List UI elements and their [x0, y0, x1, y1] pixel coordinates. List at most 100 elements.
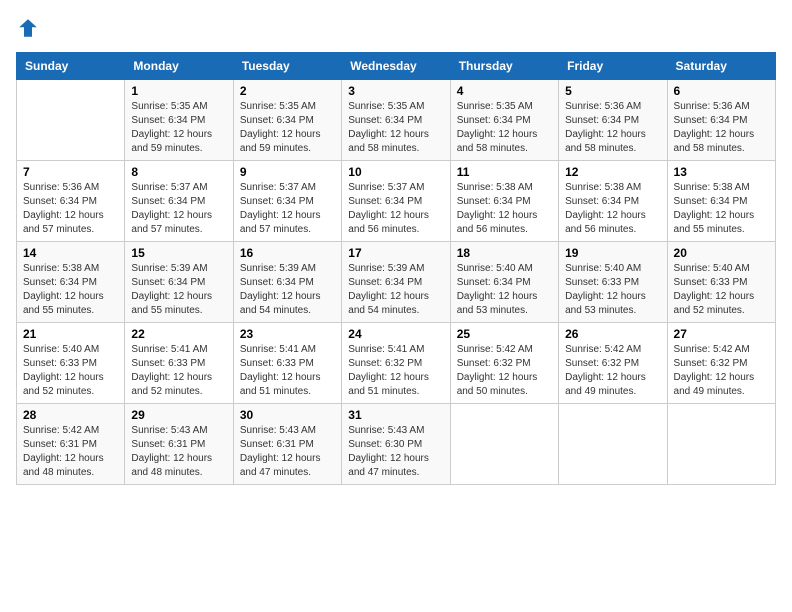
- calendar-cell: 21Sunrise: 5:40 AM Sunset: 6:33 PM Dayli…: [17, 323, 125, 404]
- calendar-week-row: 1 Sunrise: 5:35 AM Sunset: 6:34 PM Daylig…: [17, 80, 776, 161]
- day-info: Sunrise: 5:38 AM Sunset: 6:34 PM Dayligh…: [565, 181, 660, 237]
- column-header-saturday: Saturday: [667, 53, 775, 80]
- day-info: Sunrise: 5:35 AM Sunset: 6:34 PM Dayligh…: [457, 100, 552, 156]
- day-number: 8: [131, 165, 226, 179]
- calendar-cell: 17Sunrise: 5:39 AM Sunset: 6:34 PM Dayli…: [342, 242, 450, 323]
- calendar-cell: 8 Sunrise: 5:37 AM Sunset: 6:34 PM Daylig…: [125, 161, 233, 242]
- calendar-cell: 31 Sunrise: 5:43 AM Sunset: 6:30 PM Dayli…: [342, 404, 450, 485]
- day-number: 5: [565, 84, 660, 98]
- column-header-friday: Friday: [559, 53, 667, 80]
- calendar-week-row: 14 Sunrise: 5:38 AM Sunset: 6:34 PM Dayli…: [17, 242, 776, 323]
- day-info: Sunrise: 5:36 AM Sunset: 6:34 PM Dayligh…: [565, 100, 660, 156]
- calendar-cell: 1 Sunrise: 5:35 AM Sunset: 6:34 PM Daylig…: [125, 80, 233, 161]
- day-number: 27: [674, 327, 769, 341]
- day-number: 16: [240, 246, 335, 260]
- day-number: 14: [23, 246, 118, 260]
- day-number: 10: [348, 165, 443, 179]
- calendar-cell: [450, 404, 558, 485]
- column-header-wednesday: Wednesday: [342, 53, 450, 80]
- day-info: Sunrise: 5:36 AM Sunset: 6:34 PM Dayligh…: [23, 181, 118, 237]
- day-info: Sunrise: 5:39 AM Sunset: 6:34 PM Dayligh…: [348, 262, 443, 318]
- day-number: 7: [23, 165, 118, 179]
- day-info: Sunrise: 5:36 AM Sunset: 6:34 PM Dayligh…: [674, 100, 769, 156]
- logo: [16, 16, 44, 40]
- calendar-cell: 27 Sunrise: 5:42 AM Sunset: 6:32 PM Dayli…: [667, 323, 775, 404]
- day-info: Sunrise: 5:37 AM Sunset: 6:34 PM Dayligh…: [240, 181, 335, 237]
- calendar-cell: 3 Sunrise: 5:35 AM Sunset: 6:34 PM Daylig…: [342, 80, 450, 161]
- day-number: 20: [674, 246, 769, 260]
- day-info: Sunrise: 5:41 AM Sunset: 6:33 PM Dayligh…: [131, 343, 226, 399]
- day-info: Sunrise: 5:37 AM Sunset: 6:34 PM Dayligh…: [131, 181, 226, 237]
- day-info: Sunrise: 5:40 AM Sunset: 6:33 PM Dayligh…: [674, 262, 769, 318]
- day-number: 25: [457, 327, 552, 341]
- calendar-cell: [17, 80, 125, 161]
- day-info: Sunrise: 5:40 AM Sunset: 6:33 PM Dayligh…: [565, 262, 660, 318]
- day-info: Sunrise: 5:38 AM Sunset: 6:34 PM Dayligh…: [674, 181, 769, 237]
- calendar-cell: 19 Sunrise: 5:40 AM Sunset: 6:33 PM Dayli…: [559, 242, 667, 323]
- calendar-cell: 2 Sunrise: 5:35 AM Sunset: 6:34 PM Daylig…: [233, 80, 341, 161]
- day-info: Sunrise: 5:39 AM Sunset: 6:34 PM Dayligh…: [131, 262, 226, 318]
- calendar-cell: 12 Sunrise: 5:38 AM Sunset: 6:34 PM Dayli…: [559, 161, 667, 242]
- day-number: 12: [565, 165, 660, 179]
- calendar-week-row: 21Sunrise: 5:40 AM Sunset: 6:33 PM Dayli…: [17, 323, 776, 404]
- day-number: 9: [240, 165, 335, 179]
- column-header-thursday: Thursday: [450, 53, 558, 80]
- calendar-cell: 7 Sunrise: 5:36 AM Sunset: 6:34 PM Daylig…: [17, 161, 125, 242]
- calendar-week-row: 7 Sunrise: 5:36 AM Sunset: 6:34 PM Daylig…: [17, 161, 776, 242]
- day-info: Sunrise: 5:43 AM Sunset: 6:31 PM Dayligh…: [131, 424, 226, 480]
- calendar-cell: 10 Sunrise: 5:37 AM Sunset: 6:34 PM Dayli…: [342, 161, 450, 242]
- day-number: 11: [457, 165, 552, 179]
- day-number: 31: [348, 408, 443, 422]
- calendar-cell: 18 Sunrise: 5:40 AM Sunset: 6:34 PM Dayli…: [450, 242, 558, 323]
- day-number: 18: [457, 246, 552, 260]
- calendar-cell: 15 Sunrise: 5:39 AM Sunset: 6:34 PM Dayli…: [125, 242, 233, 323]
- calendar-cell: 23Sunrise: 5:41 AM Sunset: 6:33 PM Dayli…: [233, 323, 341, 404]
- calendar-cell: 29 Sunrise: 5:43 AM Sunset: 6:31 PM Dayli…: [125, 404, 233, 485]
- calendar-cell: 9 Sunrise: 5:37 AM Sunset: 6:34 PM Daylig…: [233, 161, 341, 242]
- day-number: 13: [674, 165, 769, 179]
- day-info: Sunrise: 5:37 AM Sunset: 6:34 PM Dayligh…: [348, 181, 443, 237]
- day-info: Sunrise: 5:35 AM Sunset: 6:34 PM Dayligh…: [131, 100, 226, 156]
- calendar-cell: 16 Sunrise: 5:39 AM Sunset: 6:34 PM Dayli…: [233, 242, 341, 323]
- day-number: 22: [131, 327, 226, 341]
- day-number: 19: [565, 246, 660, 260]
- calendar-cell: 6 Sunrise: 5:36 AM Sunset: 6:34 PM Daylig…: [667, 80, 775, 161]
- day-info: Sunrise: 5:40 AM Sunset: 6:34 PM Dayligh…: [457, 262, 552, 318]
- day-number: 6: [674, 84, 769, 98]
- day-info: Sunrise: 5:43 AM Sunset: 6:31 PM Dayligh…: [240, 424, 335, 480]
- column-header-tuesday: Tuesday: [233, 53, 341, 80]
- column-header-sunday: Sunday: [17, 53, 125, 80]
- day-number: 15: [131, 246, 226, 260]
- day-info: Sunrise: 5:35 AM Sunset: 6:34 PM Dayligh…: [240, 100, 335, 156]
- day-info: Sunrise: 5:41 AM Sunset: 6:32 PM Dayligh…: [348, 343, 443, 399]
- calendar-cell: 25Sunrise: 5:42 AM Sunset: 6:32 PM Dayli…: [450, 323, 558, 404]
- calendar-cell: 4Sunrise: 5:35 AM Sunset: 6:34 PM Daylig…: [450, 80, 558, 161]
- day-info: Sunrise: 5:42 AM Sunset: 6:32 PM Dayligh…: [674, 343, 769, 399]
- day-number: 29: [131, 408, 226, 422]
- day-number: 24: [348, 327, 443, 341]
- day-info: Sunrise: 5:42 AM Sunset: 6:32 PM Dayligh…: [565, 343, 660, 399]
- calendar-cell: 11Sunrise: 5:38 AM Sunset: 6:34 PM Dayli…: [450, 161, 558, 242]
- calendar-cell: 22 Sunrise: 5:41 AM Sunset: 6:33 PM Dayli…: [125, 323, 233, 404]
- day-number: 28: [23, 408, 118, 422]
- logo-icon: [16, 16, 40, 40]
- calendar-cell: 26 Sunrise: 5:42 AM Sunset: 6:32 PM Dayli…: [559, 323, 667, 404]
- calendar-cell: 20 Sunrise: 5:40 AM Sunset: 6:33 PM Dayli…: [667, 242, 775, 323]
- calendar-cell: 24 Sunrise: 5:41 AM Sunset: 6:32 PM Dayli…: [342, 323, 450, 404]
- day-info: Sunrise: 5:43 AM Sunset: 6:30 PM Dayligh…: [348, 424, 443, 480]
- calendar-cell: [559, 404, 667, 485]
- day-number: 23: [240, 327, 335, 341]
- page-header: [16, 16, 776, 40]
- day-info: Sunrise: 5:40 AM Sunset: 6:33 PM Dayligh…: [23, 343, 118, 399]
- day-info: Sunrise: 5:35 AM Sunset: 6:34 PM Dayligh…: [348, 100, 443, 156]
- day-info: Sunrise: 5:42 AM Sunset: 6:31 PM Dayligh…: [23, 424, 118, 480]
- day-number: 1: [131, 84, 226, 98]
- calendar-header-row: SundayMondayTuesdayWednesdayThursdayFrid…: [17, 53, 776, 80]
- day-info: Sunrise: 5:38 AM Sunset: 6:34 PM Dayligh…: [23, 262, 118, 318]
- calendar-cell: 14 Sunrise: 5:38 AM Sunset: 6:34 PM Dayli…: [17, 242, 125, 323]
- day-number: 26: [565, 327, 660, 341]
- day-info: Sunrise: 5:39 AM Sunset: 6:34 PM Dayligh…: [240, 262, 335, 318]
- day-number: 3: [348, 84, 443, 98]
- calendar-cell: 30Sunrise: 5:43 AM Sunset: 6:31 PM Dayli…: [233, 404, 341, 485]
- day-number: 2: [240, 84, 335, 98]
